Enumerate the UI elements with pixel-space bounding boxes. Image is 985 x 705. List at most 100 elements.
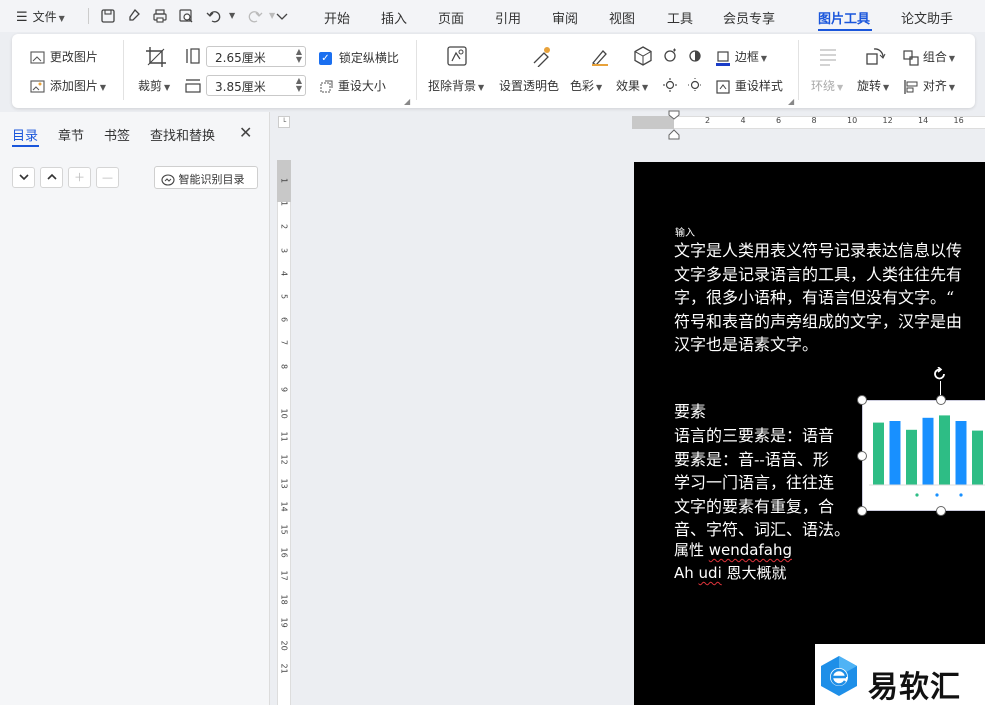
last-line[interactable]: Ah udi 恩大概就 (674, 562, 787, 583)
lock-aspect-label: 锁定纵横比 (338, 51, 399, 65)
paragraph-1[interactable]: 文字是人类用表义符号记录表达信息以传 文字多是记录语言的工具，人类往往先有 字，… (674, 239, 962, 357)
dialog-launcher-icon[interactable]: ◢ (788, 97, 794, 106)
resize-handle-bottom[interactable] (936, 506, 946, 516)
tab-reference[interactable]: 引用 (495, 8, 521, 27)
undo-dropdown-icon[interactable]: ▼ (229, 11, 235, 20)
tab-home[interactable]: 开始 (324, 8, 350, 27)
heading-2[interactable]: 要素 (674, 400, 706, 424)
remove-background-label: 抠除背景 (428, 79, 477, 93)
add-level-button[interactable]: ＋ (68, 167, 91, 188)
rotate-icon[interactable] (864, 45, 886, 67)
wrap-text-label: 环绕 (811, 79, 836, 93)
attribute-line[interactable]: 属性 wendafahg (674, 539, 792, 560)
ruler-corner-icon[interactable]: └ (278, 116, 290, 128)
save-icon[interactable] (99, 7, 117, 25)
ribbon-divider (416, 40, 417, 100)
color-icon[interactable] (589, 45, 611, 67)
tab-bookmarks[interactable]: 书签 (104, 125, 130, 144)
tab-picture-tools[interactable]: 图片工具 (818, 8, 870, 27)
lock-aspect-checkbox[interactable]: ✓ 锁定纵横比 (319, 49, 399, 66)
crop-button[interactable]: 裁剪 ▼ (138, 77, 170, 94)
add-picture-icon (30, 79, 45, 93)
redo-icon[interactable] (246, 7, 264, 25)
small-heading[interactable]: 输入 (675, 224, 695, 239)
collapse-button[interactable] (40, 167, 63, 188)
close-icon[interactable]: ✕ (239, 123, 252, 142)
wrap-text-button[interactable]: 环绕 ▼ (811, 77, 843, 94)
rotate-handle-icon[interactable] (933, 367, 947, 381)
tab-insert[interactable]: 插入 (381, 8, 407, 27)
tab-member[interactable]: 会员专享 (723, 8, 775, 27)
tab-find-replace[interactable]: 查找和替换 (150, 125, 215, 144)
ruler-tick-label: 4 (279, 270, 289, 276)
group-button[interactable]: 组合 ▼ (903, 48, 955, 66)
contrast-up-icon[interactable] (687, 48, 703, 64)
height-input[interactable]: 2.65厘米 ▲ ▼ (206, 46, 306, 67)
smart-toc-button[interactable]: 智能识别目录 (154, 166, 258, 189)
tab-review[interactable]: 审阅 (552, 8, 578, 27)
change-picture-label: 更改图片 (49, 50, 98, 64)
dialog-launcher-icon[interactable]: ◢ (404, 97, 410, 106)
paragraph-2[interactable]: 语言的三要素是：语音 要素是：音--语音、形 学习一门语言，往往连 文字的要素有… (674, 424, 850, 542)
width-input[interactable]: 3.85厘米 ▲ ▼ (206, 75, 306, 96)
ruler-tick-label: 2 (705, 116, 711, 125)
tab-view[interactable]: 视图 (609, 8, 635, 27)
more-icon[interactable] (273, 7, 291, 25)
chart-bar (906, 429, 917, 485)
brightness-down-icon[interactable] (662, 77, 678, 93)
border-label: 边框 (734, 50, 759, 64)
print-preview-icon[interactable] (177, 7, 195, 25)
reset-size-button[interactable]: 重设大小 (319, 77, 386, 94)
file-menu[interactable]: ☰ 文件 ▼ (16, 8, 65, 25)
ruler-tick-label: 7 (279, 340, 289, 346)
paragraph-line: 文字多是记录语言的工具，人类往往先有 (674, 264, 963, 284)
resize-handle-left[interactable] (857, 451, 867, 461)
change-picture-button[interactable]: 更改图片 (30, 48, 98, 65)
watermark-text: 易软汇 (868, 670, 961, 705)
expand-button[interactable] (12, 167, 35, 188)
tab-chapters[interactable]: 章节 (58, 125, 84, 144)
ribbon-divider (798, 40, 799, 100)
remove-background-icon[interactable] (446, 45, 468, 67)
rotate-label: 旋转 (857, 79, 882, 93)
indent-marker-icon[interactable] (668, 110, 680, 140)
resize-handle-top-left[interactable] (857, 395, 867, 405)
border-button[interactable]: 边框 ▼ (715, 48, 767, 66)
crop-icon[interactable] (145, 46, 167, 68)
brightness-up-icon[interactable] (662, 48, 678, 64)
set-transparent-button[interactable]: 设置透明色 (499, 77, 559, 94)
color-button[interactable]: 色彩 ▼ (570, 77, 602, 94)
add-picture-button[interactable]: 添加图片 ▼ (30, 77, 106, 94)
remove-background-button[interactable]: 抠除背景 ▼ (428, 77, 484, 94)
paragraph-line: 字，很多小语种，有语言但没有文字。“ (674, 288, 955, 307)
ruler-tick-label: 10 (847, 116, 858, 125)
effects-button[interactable]: 效果 ▼ (616, 77, 648, 94)
tab-paper-assistant[interactable]: 论文助手 (901, 8, 953, 27)
reset-style-label: 重设样式 (734, 79, 783, 93)
plus-icon: ＋ (74, 171, 85, 184)
navigation-pane: 目录 章节 书签 查找和替换 ✕ ＋ — 智能识别目录 (0, 112, 270, 705)
ruler-tick-label: 14 (918, 116, 929, 125)
tab-tools[interactable]: 工具 (667, 8, 693, 27)
rotate-handle-line (940, 381, 941, 395)
reset-style-button[interactable]: 重设样式 (715, 77, 783, 95)
minus-icon: — (102, 171, 113, 184)
effects-icon[interactable] (632, 45, 654, 67)
set-transparent-icon[interactable] (530, 45, 552, 67)
remove-level-button[interactable]: — (96, 167, 119, 188)
rotate-button[interactable]: 旋转 ▼ (857, 77, 889, 94)
chart-bar (972, 430, 983, 485)
contrast-down-icon[interactable] (687, 77, 703, 93)
chart-image[interactable] (862, 400, 985, 511)
horizontal-ruler[interactable] (632, 116, 985, 129)
wrap-text-icon[interactable] (817, 45, 839, 67)
share-icon[interactable] (126, 7, 144, 25)
undo-icon[interactable] (205, 7, 223, 25)
tab-page[interactable]: 页面 (438, 8, 464, 27)
resize-handle-top[interactable] (936, 395, 946, 405)
ruler-tick-label: 4 (740, 116, 746, 125)
tab-toc[interactable]: 目录 (12, 125, 38, 144)
align-button[interactable]: 对齐 ▼ (903, 77, 955, 95)
print-icon[interactable] (151, 7, 169, 25)
resize-handle-bottom-left[interactable] (857, 506, 867, 516)
